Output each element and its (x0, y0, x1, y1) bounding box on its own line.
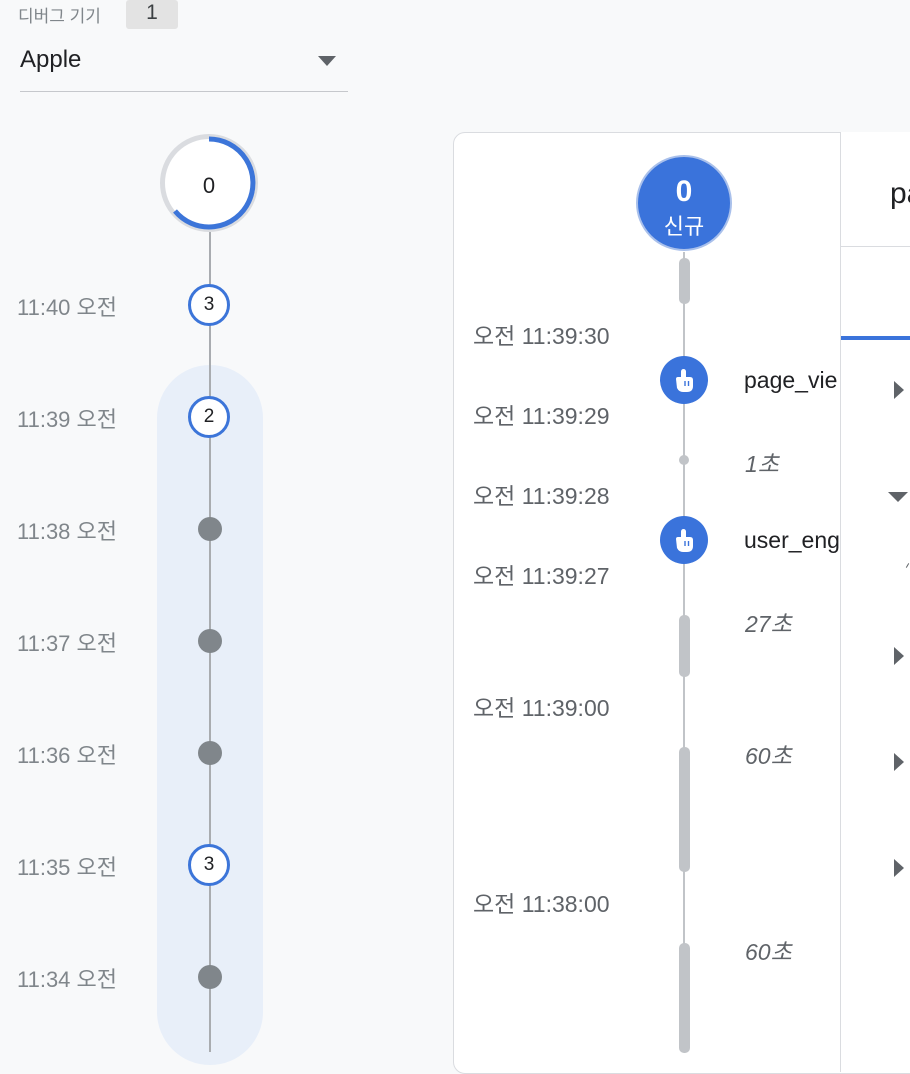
new-users-label: 신규 (663, 214, 705, 239)
seconds-stream-counter[interactable]: 0 (160, 134, 258, 232)
event-gap-duration: 1초 (745, 451, 779, 477)
touch-icon[interactable] (660, 516, 708, 564)
event-timestamp: 오전 11:39:29 (473, 403, 610, 429)
minute-event-count-badge[interactable]: 2 (188, 396, 230, 438)
device-select[interactable]: Apple (20, 40, 348, 92)
event-gap-duration: 60초 (745, 939, 792, 965)
minute-label: 11:40 오전 (17, 295, 118, 320)
event-gap-duration: 60초 (745, 743, 792, 769)
timeline-gap-segment (679, 943, 690, 1053)
minute-label: 11:35 오전 (17, 855, 118, 880)
minute-label: 11:36 오전 (17, 743, 118, 768)
seconds-stream-count: 0 (202, 173, 216, 198)
minute-empty-dot (198, 741, 222, 765)
event-gap-duration: 27초 (745, 611, 792, 637)
timeline-small-dot (679, 455, 689, 465)
minute-event-count-badge[interactable]: 3 (188, 844, 230, 886)
timeline-gap-segment (679, 615, 690, 677)
detail-divider (841, 246, 910, 247)
minute-empty-dot (198, 629, 222, 653)
debug-device-count-badge: 1 (126, 0, 178, 29)
minute-label: 11:38 오전 (17, 519, 118, 544)
timeline-gap-segment (679, 258, 690, 304)
minute-label: 11:39 오전 (17, 407, 118, 432)
debug-device-label: 디버그 기기 (18, 7, 101, 26)
new-users-badge: 0 신규 (636, 155, 732, 251)
event-detail-panel (840, 132, 910, 1072)
expand-right-icon[interactable] (894, 647, 904, 665)
minute-label: 11:34 오전 (17, 967, 118, 992)
expand-right-icon[interactable] (894, 753, 904, 771)
minute-label: 11:37 오전 (17, 631, 118, 656)
event-detail-title: pa (890, 177, 910, 210)
minute-event-count-badge[interactable]: 3 (188, 284, 230, 326)
collapse-down-icon[interactable] (888, 492, 908, 502)
event-name-link[interactable]: page_vie (744, 367, 840, 394)
timeline-gap-segment (679, 747, 690, 872)
event-timestamp: 오전 11:39:27 (473, 563, 610, 589)
device-select-value: Apple (20, 46, 82, 73)
touch-icon[interactable] (660, 356, 708, 404)
expand-right-icon[interactable] (894, 859, 904, 877)
minute-empty-dot (198, 517, 222, 541)
minute-empty-dot (198, 965, 222, 989)
event-timestamp: 오전 11:39:30 (473, 323, 610, 349)
event-timestamp: 오전 11:39:00 (473, 695, 610, 721)
active-tab-indicator (841, 336, 910, 340)
event-name-link[interactable]: user_eng (744, 527, 840, 554)
new-users-count: 0 (675, 175, 693, 208)
dropdown-arrow-icon[interactable] (318, 56, 336, 66)
event-timestamp: 오전 11:39:28 (473, 483, 610, 509)
expand-right-icon[interactable] (894, 381, 904, 399)
event-timestamp: 오전 11:38:00 (473, 891, 610, 917)
